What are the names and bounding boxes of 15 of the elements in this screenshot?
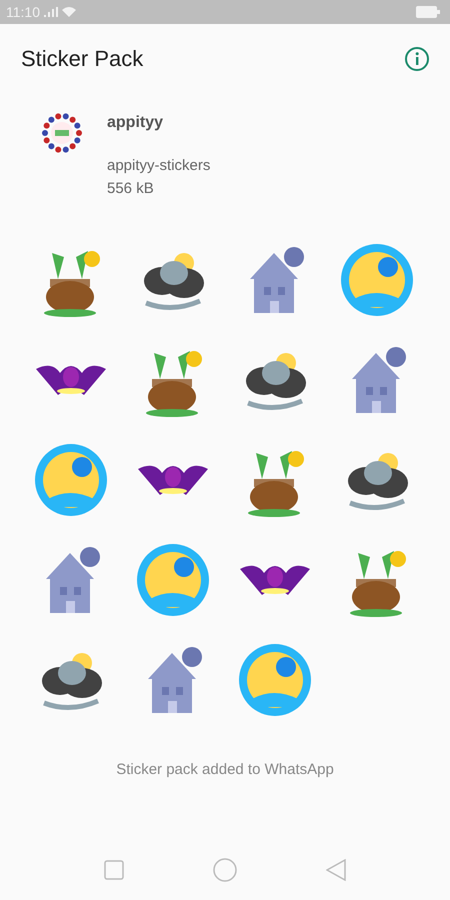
recents-button[interactable] — [104, 860, 124, 880]
battery-icon — [416, 6, 440, 18]
square-icon — [104, 860, 124, 880]
triangle-icon — [326, 859, 346, 881]
pack-size: 556 kB — [107, 180, 155, 197]
pack-name: appityy — [107, 114, 164, 132]
signal-icon — [44, 7, 58, 17]
circle-icon — [212, 858, 237, 882]
wifi-icon — [62, 7, 76, 17]
status-message: Sticker pack added to WhatsApp — [116, 761, 334, 780]
home-button[interactable] — [212, 858, 237, 882]
back-button[interactable] — [326, 859, 346, 881]
pack-publisher: appityy-stickers — [107, 157, 210, 174]
info-icon — [404, 46, 430, 72]
toolbar-title: Sticker Pack — [21, 46, 144, 72]
